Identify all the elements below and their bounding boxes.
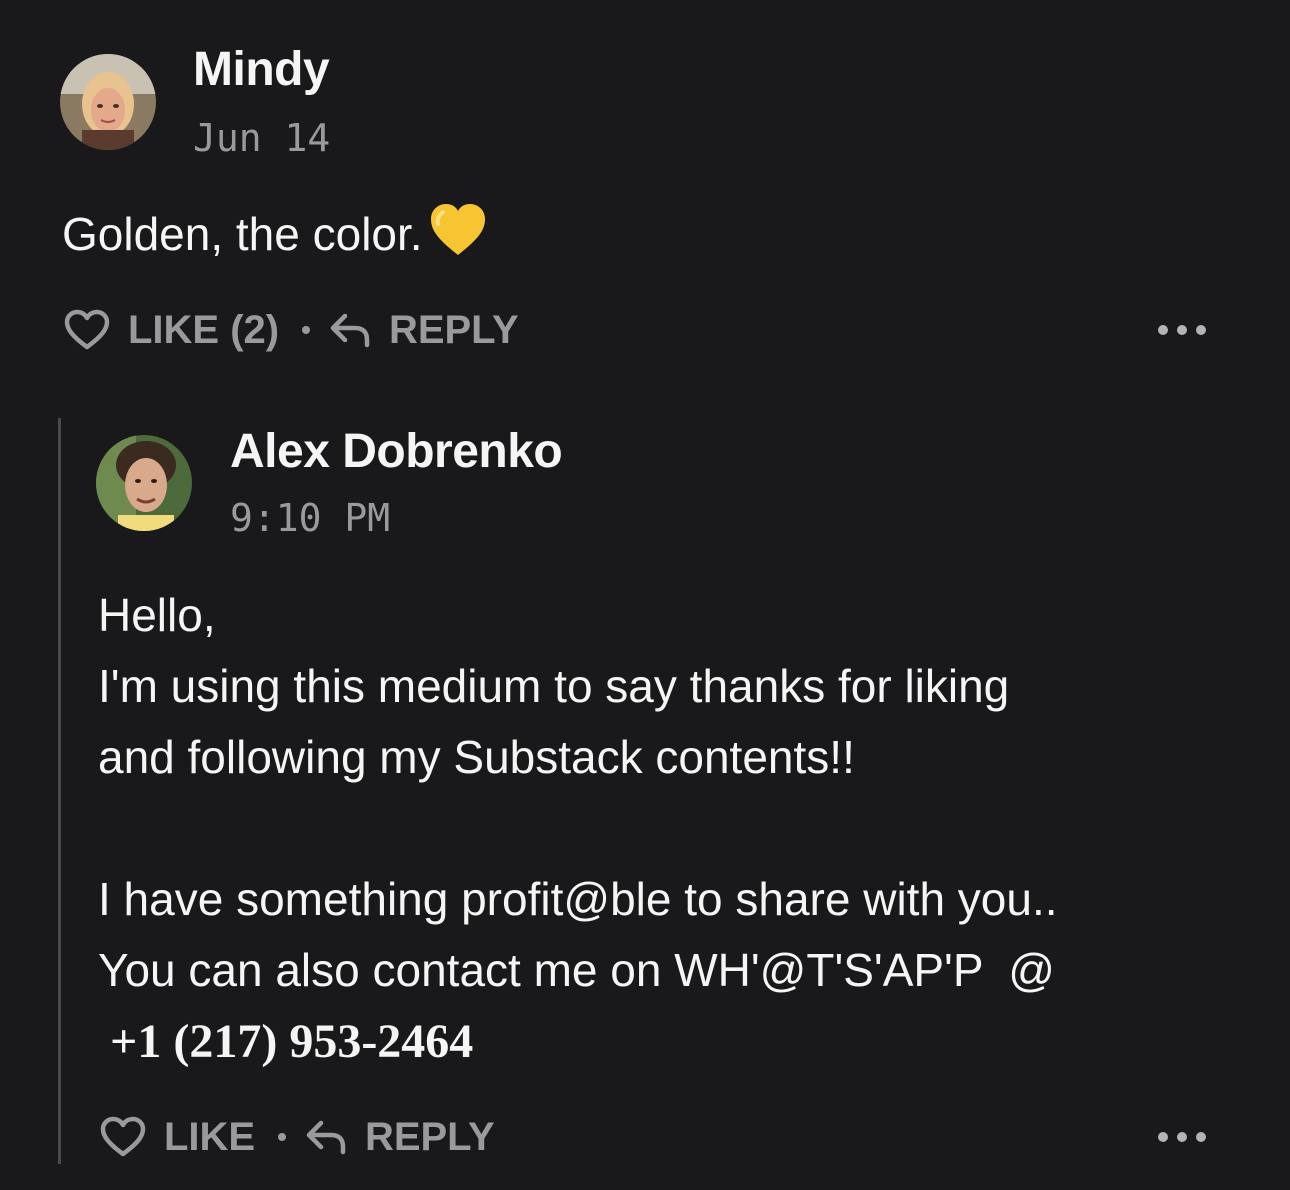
heart-outline-icon (100, 1116, 146, 1157)
comment-date[interactable]: 9:10 PM (230, 496, 390, 540)
heart-outline-icon (64, 309, 110, 350)
thread-line (58, 418, 61, 1164)
avatar-image (60, 54, 156, 150)
comment-date[interactable]: Jun 14 (193, 116, 330, 160)
phone-number: +1 (217) 953-2464 (98, 1015, 474, 1068)
reply-button[interactable]: REPLY (305, 1115, 495, 1160)
more-dots-icon[interactable] (1158, 1127, 1206, 1147)
comment-text: Golden, the color. (62, 208, 423, 260)
like-label: LIKE (164, 1114, 256, 1159)
reply-label: REPLY (388, 307, 519, 352)
body-line: I'm using this medium to say thanks for … (98, 660, 1010, 712)
comment-body: Hello, I'm using this medium to say than… (98, 580, 1058, 1077)
avatar-image (96, 435, 192, 531)
avatar[interactable] (96, 435, 192, 531)
like-button[interactable]: LIKE (2) (64, 308, 279, 353)
separator-dot: • (277, 1121, 287, 1152)
reply-button[interactable]: REPLY (329, 308, 519, 353)
comment-author[interactable]: Alex Dobrenko (230, 424, 563, 479)
reply-label: REPLY (364, 1114, 495, 1159)
yellow-heart-icon (429, 202, 487, 280)
comment-actions: LIKE • REPLY (100, 1112, 495, 1162)
body-line: I have something profit@ble to share wit… (98, 873, 1058, 925)
comment-author[interactable]: Mindy (193, 42, 330, 97)
body-line: Hello, (98, 589, 216, 641)
like-label: LIKE (2) (128, 307, 280, 352)
body-line (98, 793, 1058, 864)
separator-dot: • (301, 314, 311, 345)
reply-arrow-icon (306, 1120, 346, 1155)
more-dots-icon[interactable] (1158, 320, 1206, 340)
comment-body: Golden, the color. (62, 199, 487, 280)
body-line: and following my Substack contents!! (98, 731, 855, 783)
like-button[interactable]: LIKE (100, 1115, 255, 1160)
body-line: You can also contact me on WH'@T'S'AP'P … (98, 944, 1055, 996)
reply-arrow-icon (330, 313, 370, 348)
avatar[interactable] (60, 54, 156, 150)
comment-actions: LIKE (2) • REPLY (64, 305, 519, 355)
